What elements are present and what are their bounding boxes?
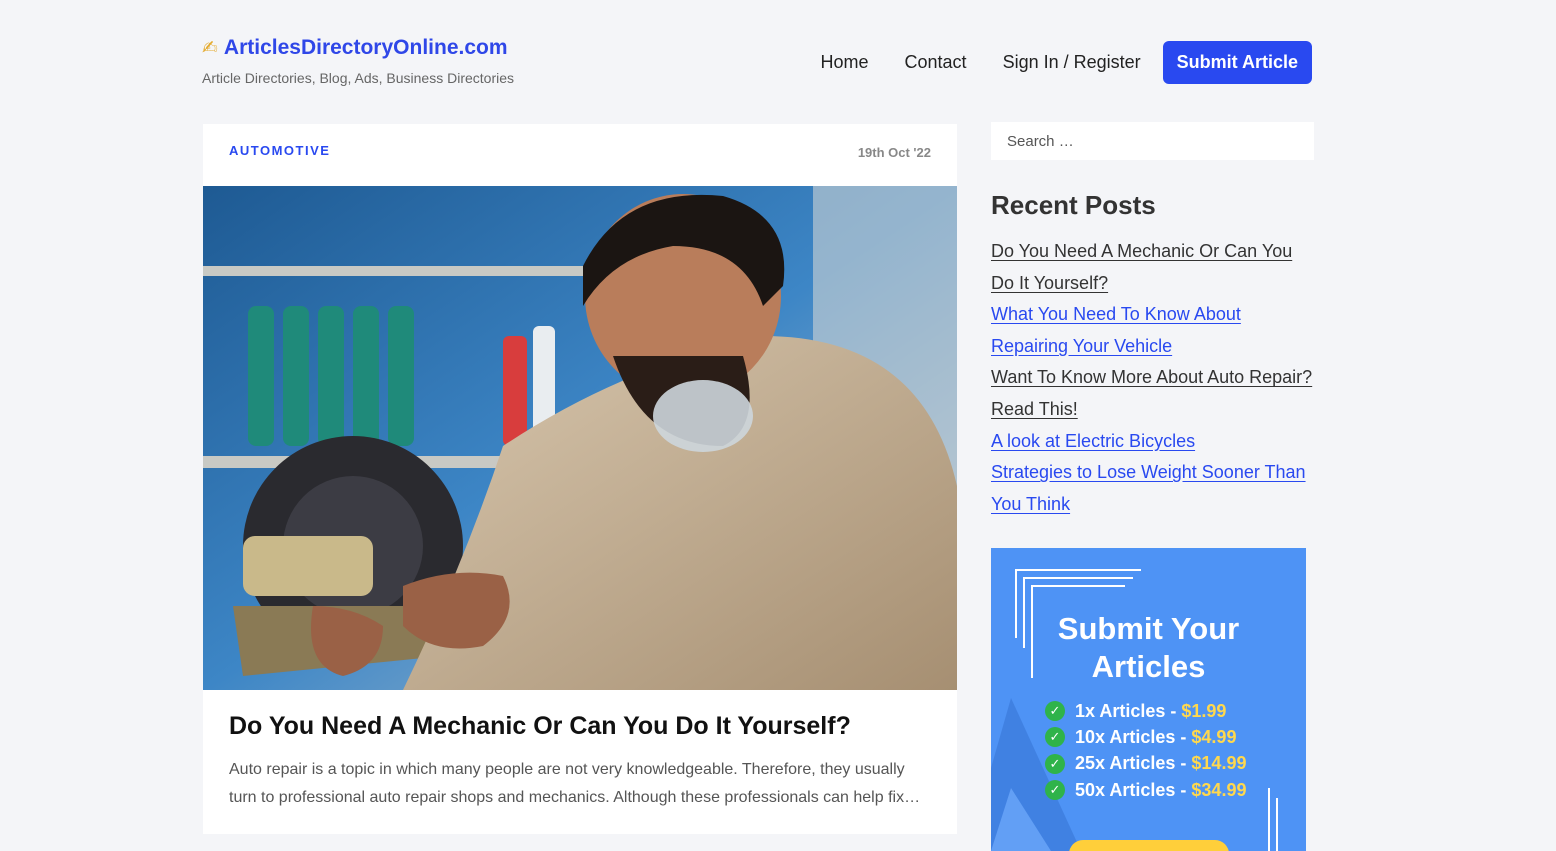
recent-post-link[interactable]: Strategies to Lose Weight Sooner Than Yo…	[991, 462, 1306, 514]
check-icon: ✓	[1045, 753, 1065, 774]
banner-title: Submit Your Articles	[991, 610, 1306, 686]
pricing-list: ✓ 1x Articles - $1.99 ✓ 10x Articles - $…	[1045, 698, 1246, 803]
search-input[interactable]	[991, 122, 1314, 160]
main-nav: Home Contact Sign In / Register Submit A…	[821, 41, 1312, 84]
pricing-price: $14.99	[1191, 753, 1247, 774]
writing-hand-icon: ✍	[202, 37, 218, 59]
recent-post-link[interactable]: What You Need To Know About Repairing Yo…	[991, 304, 1241, 356]
list-item: A look at Electric Bicycles	[991, 426, 1316, 458]
site-header: ✍ ArticlesDirectoryOnline.com Article Di…	[202, 36, 1312, 96]
submit-article-button[interactable]: Submit Article	[1162, 41, 1312, 84]
check-icon: ✓	[1045, 701, 1065, 722]
submit-articles-banner[interactable]: Submit Your Articles ✓ 1x Articles - $1.…	[991, 548, 1306, 851]
banner-title-line: Submit Your	[1057, 611, 1240, 646]
post-body: Do You Need A Mechanic Or Can You Do It …	[203, 690, 957, 812]
post-featured-image[interactable]	[203, 186, 957, 690]
pricing-price: $4.99	[1191, 726, 1237, 747]
mechanic-photo	[203, 186, 957, 690]
recent-posts-list: Do You Need A Mechanic Or Can You Do It …	[991, 236, 1316, 520]
banner-cta-button[interactable]	[1069, 840, 1229, 851]
pricing-label: 10x Articles -	[1075, 726, 1187, 747]
post-excerpt: Auto repair is a topic in which many peo…	[229, 761, 921, 806]
recent-post-link[interactable]: Want To Know More About Auto Repair? Rea…	[991, 367, 1312, 419]
nav-contact[interactable]: Contact	[905, 52, 967, 73]
nav-home[interactable]: Home	[821, 52, 869, 73]
nav-signin[interactable]: Sign In / Register	[1003, 52, 1141, 73]
list-item: Want To Know More About Auto Repair? Rea…	[991, 362, 1316, 425]
recent-posts-heading: Recent Posts	[991, 190, 1156, 220]
brand-name[interactable]: ArticlesDirectoryOnline.com	[224, 36, 508, 60]
banner-title-line: Articles	[1091, 649, 1206, 684]
recent-post-link[interactable]: Do You Need A Mechanic Or Can You Do It …	[991, 241, 1292, 293]
list-item: Do You Need A Mechanic Or Can You Do It …	[991, 236, 1316, 299]
pricing-row: ✓ 50x Articles - $34.99	[1045, 777, 1246, 803]
check-icon: ✓	[1045, 727, 1065, 748]
post-meta: AUTOMOTIVE 19th Oct '22	[203, 124, 957, 186]
pricing-label: 1x Articles -	[1075, 700, 1177, 721]
post-title[interactable]: Do You Need A Mechanic Or Can You Do It …	[229, 710, 931, 742]
brand: ✍ ArticlesDirectoryOnline.com Article Di…	[202, 36, 514, 86]
post-date: 19th Oct '22	[857, 145, 931, 160]
pricing-price: $34.99	[1191, 779, 1247, 800]
brand-link[interactable]: ✍ ArticlesDirectoryOnline.com	[202, 36, 514, 60]
list-item: Strategies to Lose Weight Sooner Than Yo…	[991, 457, 1316, 520]
pricing-row: ✓ 1x Articles - $1.99	[1045, 698, 1246, 724]
check-icon: ✓	[1045, 780, 1065, 801]
pricing-label: 50x Articles -	[1075, 779, 1187, 800]
pricing-row: ✓ 10x Articles - $4.99	[1045, 724, 1246, 750]
pricing-row: ✓ 25x Articles - $14.99	[1045, 751, 1246, 777]
pricing-price: $1.99	[1181, 700, 1227, 721]
tagline: Article Directories, Blog, Ads, Business…	[202, 70, 514, 86]
post-category[interactable]: AUTOMOTIVE	[229, 143, 330, 158]
recent-post-link[interactable]: A look at Electric Bicycles	[991, 431, 1195, 451]
list-item: What You Need To Know About Repairing Yo…	[991, 299, 1316, 362]
post-card: AUTOMOTIVE 19th Oct '22 Do You Need A Me…	[203, 124, 957, 834]
pricing-label: 25x Articles -	[1075, 753, 1187, 774]
